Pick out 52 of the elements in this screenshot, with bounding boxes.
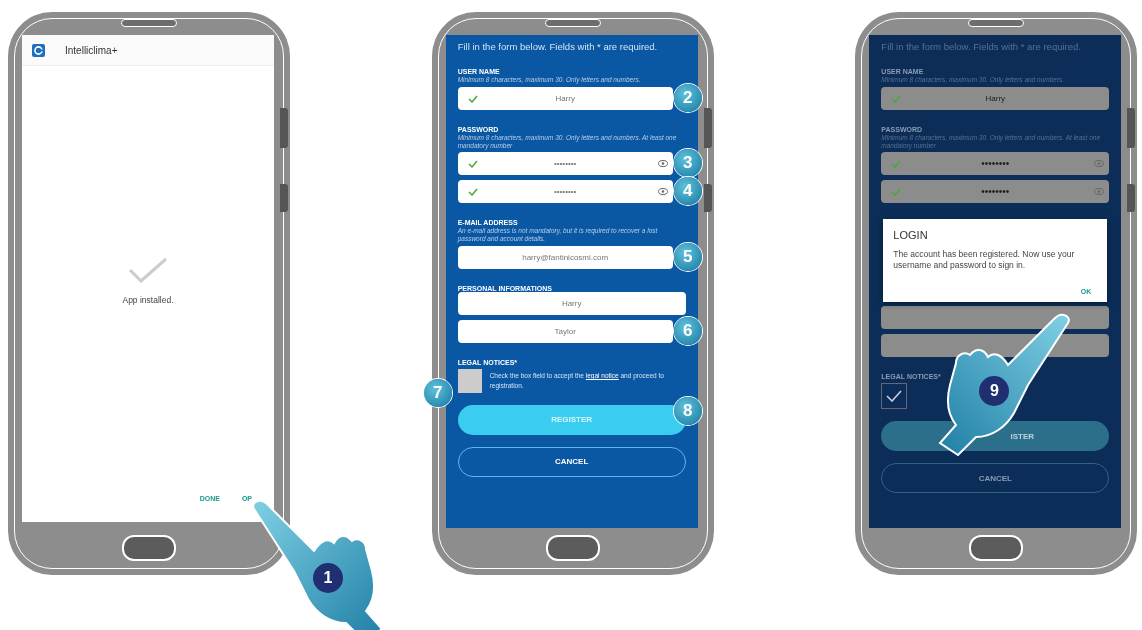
home-button[interactable] — [122, 535, 176, 561]
home-button[interactable] — [969, 535, 1024, 561]
step-number: 6 — [673, 317, 702, 345]
side-button[interactable] — [703, 184, 712, 212]
eye-icon[interactable] — [657, 160, 668, 168]
eye-icon[interactable] — [657, 188, 668, 196]
step-number: 3 — [673, 149, 702, 178]
dialog-message: The account has been registered. Now use your username and password to sign in. — [893, 249, 1076, 272]
field-value: •••••••• — [553, 159, 577, 169]
step-number: 7 — [423, 379, 452, 407]
field-value: Taylor — [554, 327, 576, 336]
checkmark-icon — [886, 390, 903, 403]
input-field[interactable]: •••••••• — [457, 152, 673, 176]
side-button[interactable] — [1127, 184, 1136, 212]
check-icon — [891, 94, 902, 103]
form-intro: Fill in the form below. Fields with * are required. — [881, 41, 1082, 52]
check-icon — [467, 160, 478, 169]
app-logo-icon — [32, 43, 45, 57]
step-number: 2 — [673, 83, 702, 112]
check-icon — [891, 160, 902, 169]
side-button[interactable] — [703, 108, 712, 148]
install-message: App installed. — [122, 294, 174, 305]
field-value: Harry — [561, 299, 582, 308]
input-field[interactable]: Harry — [457, 86, 673, 110]
check-icon — [891, 188, 902, 197]
dialog-title: LOGIN — [893, 229, 929, 242]
field-value: •••••••• — [553, 187, 577, 197]
field-value: •••••••• — [981, 186, 1010, 198]
checkbox[interactable] — [457, 369, 482, 393]
input-field[interactable]: Harry — [457, 292, 686, 315]
check-icon — [467, 188, 478, 197]
checkbox[interactable] — [881, 383, 908, 410]
input-field[interactable]: •••••••• — [881, 152, 1110, 176]
step-number: 4 — [673, 177, 702, 206]
step-number: 8 — [673, 397, 702, 425]
field-value: Harry — [985, 93, 1006, 103]
field-value: harry@fantinicosmi.com — [522, 253, 609, 262]
input-field[interactable] — [881, 306, 1110, 330]
step-number: 5 — [673, 243, 702, 271]
side-button[interactable] — [1127, 108, 1136, 148]
home-button[interactable] — [545, 535, 600, 561]
form-intro: Fill in the form below. Fields with * are required. — [457, 41, 659, 52]
field-value: •••••••• — [981, 158, 1010, 170]
field-value: Harry — [555, 93, 575, 103]
checkmark-icon — [128, 256, 168, 283]
input-field[interactable]: •••••••• — [881, 180, 1110, 204]
app-name: Intelliclima+ — [65, 44, 118, 56]
input-field[interactable]: Harry — [881, 86, 1110, 110]
check-icon — [467, 94, 478, 103]
input-field[interactable]: harry@fantinicosmi.com — [457, 246, 673, 269]
input-field[interactable]: Taylor — [457, 320, 673, 343]
input-field[interactable]: •••••••• — [457, 180, 673, 204]
